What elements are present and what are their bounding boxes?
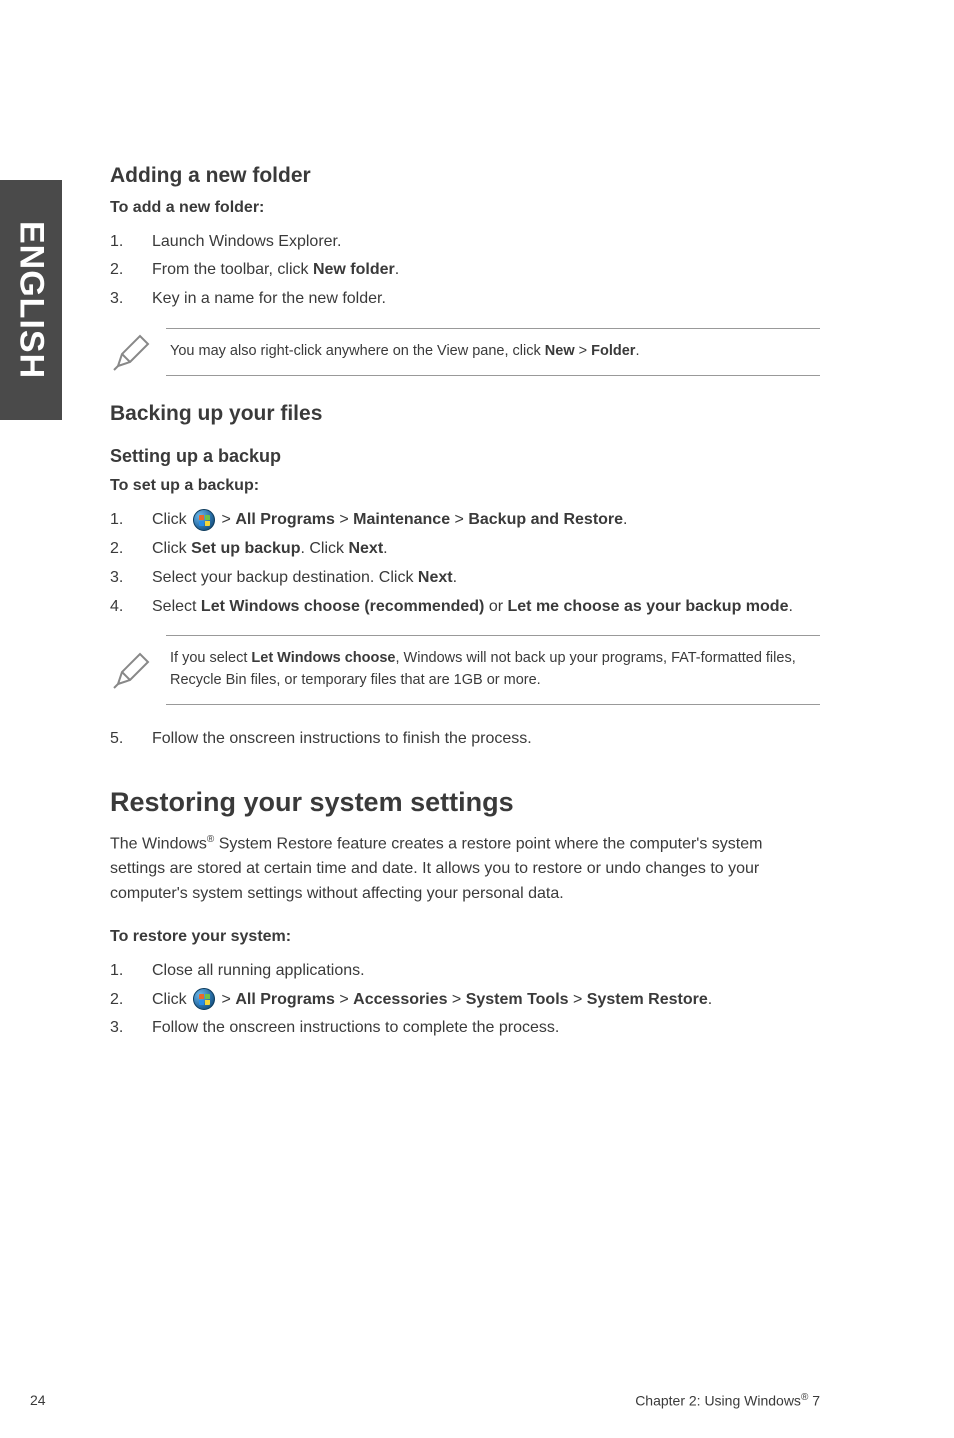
bold-text: Let Windows choose (recommended) [201,598,484,615]
step-number: 3. [110,287,152,312]
note-block: You may also right-click anywhere on the… [110,328,820,376]
backup-steps: 1. Click > All Programs > Maintenance > … [110,508,820,619]
step-number: 1. [110,508,152,533]
text-fragment: Click [152,540,191,557]
step-number: 3. [110,1016,152,1041]
page-number: 24 [30,1392,46,1408]
step-text: Select Let Windows choose (recommended) … [152,595,820,620]
list-item: 2. From the toolbar, click New folder. [110,258,820,283]
backup-subsection: Setting up a backup [110,443,820,470]
step-text: Key in a name for the new folder. [152,287,820,312]
step-number: 4. [110,595,152,620]
step-text: Follow the onscreen instructions to comp… [152,1016,820,1041]
note-text: If you select Let Windows choose, Window… [166,635,820,705]
note-text: You may also right-click anywhere on the… [166,328,820,376]
text-fragment: If you select [170,650,251,666]
text-fragment: The Windows [110,835,207,852]
backup-step5: 5. Follow the onscreen instructions to f… [110,727,820,752]
bold-text: New [545,343,575,359]
bold-text: Set up backup [191,540,300,557]
step-text: Close all running applications. [152,959,820,984]
step-number: 1. [110,959,152,984]
list-item: 4. Select Let Windows choose (recommende… [110,595,820,620]
step-text: Launch Windows Explorer. [152,230,820,255]
bold-text: System Restore [587,991,708,1008]
windows-start-icon [193,509,215,531]
bold-text: Next [348,540,383,557]
step-number: 2. [110,258,152,283]
restore-steps: 1. Close all running applications. 2. Cl… [110,959,820,1041]
text-fragment: . [453,569,457,586]
step-text: From the toolbar, click New folder. [152,258,820,283]
page-content: Adding a new folder To add a new folder:… [110,160,820,1057]
bold-text: Maintenance [353,511,450,528]
bold-text: Next [418,569,453,586]
step-text: Click Set up backup. Click Next. [152,537,820,562]
windows-start-icon [193,988,215,1010]
list-item: 1. Close all running applications. [110,959,820,984]
bold-text: System Tools [466,991,569,1008]
step-number: 2. [110,537,152,562]
bold-text: Folder [591,343,635,359]
text-fragment: Chapter 2: Using Windows [635,1393,801,1409]
list-item: 3. Follow the onscreen instructions to c… [110,1016,820,1041]
section-backup-title: Backing up your files [110,398,820,430]
step-number: 1. [110,230,152,255]
step-text: Click > All Programs > Maintenance > Bac… [152,508,820,533]
text-fragment: . Click [300,540,348,557]
list-item: 2. Click > All Programs > Accessories > … [110,988,820,1013]
text-fragment: . [383,540,387,557]
restore-paragraph: The Windows® System Restore feature crea… [110,832,820,907]
chapter-label: Chapter 2: Using Windows® 7 [635,1392,820,1409]
bold-text: Let me choose as your backup mode [508,598,789,615]
step-text: Click > All Programs > Accessories > Sys… [152,988,820,1013]
list-item: 3. Key in a name for the new folder. [110,287,820,312]
note-block: If you select Let Windows choose, Window… [110,635,820,705]
language-tab: ENGLISH [0,180,62,420]
bold-text: Backup and Restore [468,511,623,528]
bold-text: Let Windows choose [251,650,395,666]
text-fragment: Click [152,511,191,528]
text-fragment: or [484,598,507,615]
language-tab-label: ENGLISH [12,221,51,379]
step-number: 5. [110,727,152,752]
list-item: 1. Click > All Programs > Maintenance > … [110,508,820,533]
text-fragment: 7 [808,1393,820,1409]
step-text: Select your backup destination. Click Ne… [152,566,820,591]
text-fragment: . [635,343,639,359]
text-fragment: You may also right-click anywhere on the… [170,343,545,359]
step-number: 2. [110,988,152,1013]
backup-subtitle: To set up a backup: [110,474,820,498]
bold-text: All Programs [235,511,335,528]
text-fragment: . [395,261,399,278]
step-text: Follow the onscreen instructions to fini… [152,727,820,752]
adding-folder-subtitle: To add a new folder: [110,196,820,220]
list-item: 2. Click Set up backup. Click Next. [110,537,820,562]
bold-text: Accessories [353,991,447,1008]
text-fragment: Select [152,598,201,615]
restore-subtitle: To restore your system: [110,925,820,949]
adding-folder-steps: 1. Launch Windows Explorer. 2. From the … [110,230,820,312]
bold-text: New folder [313,261,395,278]
text-fragment: . [788,598,792,615]
list-item: 5. Follow the onscreen instructions to f… [110,727,820,752]
pencil-icon [110,330,166,374]
list-item: 1. Launch Windows Explorer. [110,230,820,255]
text-fragment: From the toolbar, click [152,261,313,278]
pencil-icon [110,648,166,692]
restore-heading: Restoring your system settings [110,782,820,823]
bold-text: All Programs [235,991,335,1008]
text-fragment: System Restore feature creates a restore… [110,835,762,902]
list-item: 3. Select your backup destination. Click… [110,566,820,591]
section-adding-folder-title: Adding a new folder [110,160,820,192]
text-fragment: Select your backup destination. Click [152,569,418,586]
text-fragment: Click [152,991,191,1008]
text-fragment: > [575,343,592,359]
step-number: 3. [110,566,152,591]
